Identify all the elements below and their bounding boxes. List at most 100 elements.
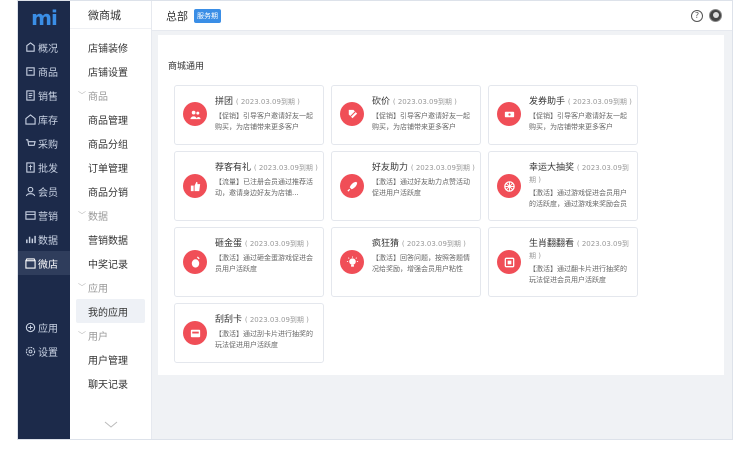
lottery-icon: [497, 174, 521, 198]
app-card-zodiac-flip[interactable]: 生肖翻翻看 ( 2023.03.09到期 ) 【激活】通过翻卡片进行抽奖的玩法促…: [488, 227, 638, 297]
nav-item-apps[interactable]: 应用: [18, 315, 70, 339]
card-title-text: 好友助力: [372, 163, 409, 173]
subnav-group-users[interactable]: ﹀ 用户: [70, 323, 151, 347]
card-title: 砍价 ( 2023.03.09到期 ): [372, 96, 476, 108]
app-card-coupon[interactable]: 发券助手 ( 2023.03.09到期 ) 【促销】引导客户邀请好友一起购买，为…: [488, 85, 638, 145]
group-buy-icon: [183, 102, 207, 126]
card-description: 【促销】引导客户邀请好友一起购买，为店铺带来更多客户: [529, 112, 627, 131]
nav-label: 销售: [38, 91, 58, 103]
subnav-group-label: 用户: [88, 331, 108, 343]
app-card-scratch-card[interactable]: 刮刮卡 ( 2023.03.09到期 ) 【激活】通过刮卡片进行抽奖的玩法促进用…: [174, 303, 324, 363]
card-description: 【流量】已注册会员通过推荐活动，邀请身边好友为店铺...: [215, 178, 313, 197]
subnav-item-goods-group[interactable]: 商品分组: [70, 131, 151, 155]
service-badge: 服务期: [194, 8, 221, 23]
goods-icon: [24, 65, 36, 77]
nav-item-data[interactable]: 数据: [18, 227, 70, 251]
subnav-group-label: 应用: [88, 283, 108, 295]
chevron-down-icon[interactable]: [70, 421, 152, 429]
card-title: 疯狂猜 ( 2023.03.09到期 ): [372, 238, 476, 250]
subnav-item-my-apps[interactable]: 我的应用: [76, 299, 145, 323]
apps-panel: 商城通用 拼团 ( 2023.03.09到期 ) 【促销】引导客户邀请好友一起购…: [158, 35, 724, 375]
subnav-item-distribution[interactable]: 商品分销: [70, 179, 151, 203]
card-description: 【激活】通过翻卡片进行抽奖的玩法促进会员用户活跃度: [529, 265, 627, 284]
app-window: mi 概况 商品 销售 库存 采购 批发 会员 营销 数据 微店 应用 设置 微…: [17, 0, 733, 440]
card-date: ( 2023.03.09到期 ): [253, 164, 318, 172]
card-title: 砸金蛋 ( 2023.03.09到期 ): [215, 238, 319, 250]
primary-sidebar: mi 概况 商品 销售 库存 采购 批发 会员 营销 数据 微店 应用 设置: [18, 1, 70, 439]
subnav-item-user-manage[interactable]: 用户管理: [70, 347, 151, 371]
card-title: 生肖翻翻看 ( 2023.03.09到期 ): [529, 238, 633, 262]
card-title: 刮刮卡 ( 2023.03.09到期 ): [215, 314, 319, 326]
nav-item-member[interactable]: 会员: [18, 179, 70, 203]
nav-label: 批发: [38, 163, 58, 175]
card-date: ( 2023.03.09到期 ): [244, 240, 309, 248]
subnav-item-winners[interactable]: 中奖记录: [70, 251, 151, 275]
subnav-item-decoration[interactable]: 店铺装修: [70, 35, 151, 59]
nav-item-wholesale[interactable]: 批发: [18, 155, 70, 179]
app-card-golden-egg[interactable]: 砸金蛋 ( 2023.03.09到期 ) 【激活】通过砸金蛋游戏促进会员用户活跃…: [174, 227, 324, 297]
card-description: 【激活】回答问题，按照答题情况给奖励，增强会员用户粘性: [372, 254, 470, 273]
card-title-text: 荐客有礼: [215, 163, 252, 173]
subnav-item-orders[interactable]: 订单管理: [70, 155, 151, 179]
rocket-icon: [340, 174, 364, 198]
nav-item-shop[interactable]: 微店: [18, 251, 70, 275]
subnav-item-goods-manage[interactable]: 商品管理: [70, 107, 151, 131]
nav-item-overview[interactable]: 概况: [18, 35, 70, 59]
nav-item-stock[interactable]: 库存: [18, 107, 70, 131]
member-icon: [24, 185, 36, 197]
avatar[interactable]: [709, 9, 722, 22]
apps-icon: [24, 321, 36, 333]
app-card-bargain[interactable]: 砍价 ( 2023.03.09到期 ) 【促销】引导客户邀请好友一起购买，为店铺…: [331, 85, 481, 145]
shop-icon: [24, 257, 36, 269]
nav-item-sales[interactable]: 销售: [18, 83, 70, 107]
card-title-text: 拼团: [215, 97, 234, 107]
nav-item-marketing[interactable]: 营销: [18, 203, 70, 227]
settings-icon: [24, 345, 36, 357]
subnav-group-data[interactable]: ﹀ 数据: [70, 203, 151, 227]
card-title: 拼团 ( 2023.03.09到期 ): [215, 96, 319, 108]
nav-label: 设置: [38, 347, 58, 359]
sales-icon: [24, 89, 36, 101]
store-name[interactable]: 总部: [166, 8, 188, 24]
card-title: 幸运大抽奖 ( 2023.03.09到期 ): [529, 162, 633, 186]
card-title-text: 发券助手: [529, 97, 566, 107]
help-icon[interactable]: ?: [691, 9, 703, 22]
chevron-down-icon: ﹀: [78, 330, 86, 340]
app-card-friend-help[interactable]: 好友助力 ( 2023.03.09到期 ) 【激活】通过好友助力点赞活动促进用户…: [331, 151, 481, 221]
card-date: ( 2023.03.09到期 ): [235, 98, 300, 106]
marketing-icon: [24, 209, 36, 221]
wholesale-icon: [24, 161, 36, 173]
nav-item-purchase[interactable]: 采购: [18, 131, 70, 155]
nav-label: 会员: [38, 187, 58, 199]
subnav-group-goods[interactable]: ﹀ 商品: [70, 83, 151, 107]
subnav-group-label: 商品: [88, 91, 108, 103]
subnav-group-label: 数据: [88, 211, 108, 223]
card-description: 【激活】通过好友助力点赞活动促进用户活跃度: [372, 178, 470, 197]
subnav-item-marketing-data[interactable]: 营销数据: [70, 227, 151, 251]
card-date: ( 2023.03.09到期 ): [401, 240, 466, 248]
coupon-icon: [497, 102, 521, 126]
nav-label: 概况: [38, 43, 58, 55]
nav-item-goods[interactable]: 商品: [18, 59, 70, 83]
nav-item-settings[interactable]: 设置: [18, 339, 70, 363]
subnav-group-apps[interactable]: ﹀ 应用: [70, 275, 151, 299]
app-card-crazy-guess[interactable]: 疯狂猜 ( 2023.03.09到期 ) 【激活】回答问题，按照答题情况给奖励，…: [331, 227, 481, 297]
chevron-down-icon: ﹀: [78, 282, 86, 292]
main-content: 商城通用 拼团 ( 2023.03.09到期 ) 【促销】引导客户邀请好友一起购…: [152, 31, 732, 439]
card-date: ( 2023.03.09到期 ): [244, 316, 309, 324]
guess-icon: [340, 250, 364, 274]
app-card-referral[interactable]: 荐客有礼 ( 2023.03.09到期 ) 【流量】已注册会员通过推荐活动，邀请…: [174, 151, 324, 221]
overview-icon: [24, 41, 36, 53]
app-card-lottery[interactable]: 幸运大抽奖 ( 2023.03.09到期 ) 【激活】通过游戏促进会员用户的活跃…: [488, 151, 638, 221]
app-card-group-buy[interactable]: 拼团 ( 2023.03.09到期 ) 【促销】引导客户邀请好友一起购买，为店铺…: [174, 85, 324, 145]
card-title: 好友助力 ( 2023.03.09到期 ): [372, 162, 476, 174]
card-title-text: 砍价: [372, 97, 391, 107]
subnav-item-store-settings[interactable]: 店铺设置: [70, 59, 151, 83]
card-description: 【促销】引导客户邀请好友一起购买，为店铺带来更多客户: [215, 112, 313, 131]
subnav-item-chat-log[interactable]: 聊天记录: [70, 371, 151, 395]
nav-label: 数据: [38, 235, 58, 247]
card-description: 【激活】通过砸金蛋游戏促进会员用户活跃度: [215, 254, 313, 273]
card-title-text: 疯狂猜: [372, 239, 400, 249]
subnav-title: 微商城: [70, 1, 151, 29]
nav-label: 应用: [38, 323, 58, 335]
